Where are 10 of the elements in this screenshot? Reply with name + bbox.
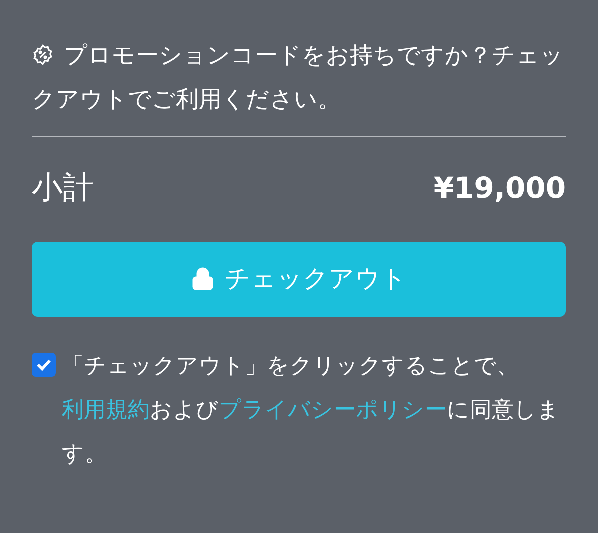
lock-icon [191,266,215,292]
terms-link[interactable]: 利用規約 [62,398,150,422]
privacy-link[interactable]: プライバシーポリシー [219,398,447,422]
discount-icon [32,44,54,66]
subtotal-value: ¥19,000 [434,170,566,206]
agreement-text: 「チェックアウト」をクリックすることで、 利用規約およびプライバシーポリシーに同意します。 [62,352,561,468]
checkout-button[interactable]: チェックアウト [32,242,566,316]
promo-text: プロモーションコードをお持ちですか？チェックアウトでご利用ください。 [32,42,565,115]
subtotal-label: 小計 [32,169,94,208]
agreement-checkbox[interactable] [32,352,56,376]
